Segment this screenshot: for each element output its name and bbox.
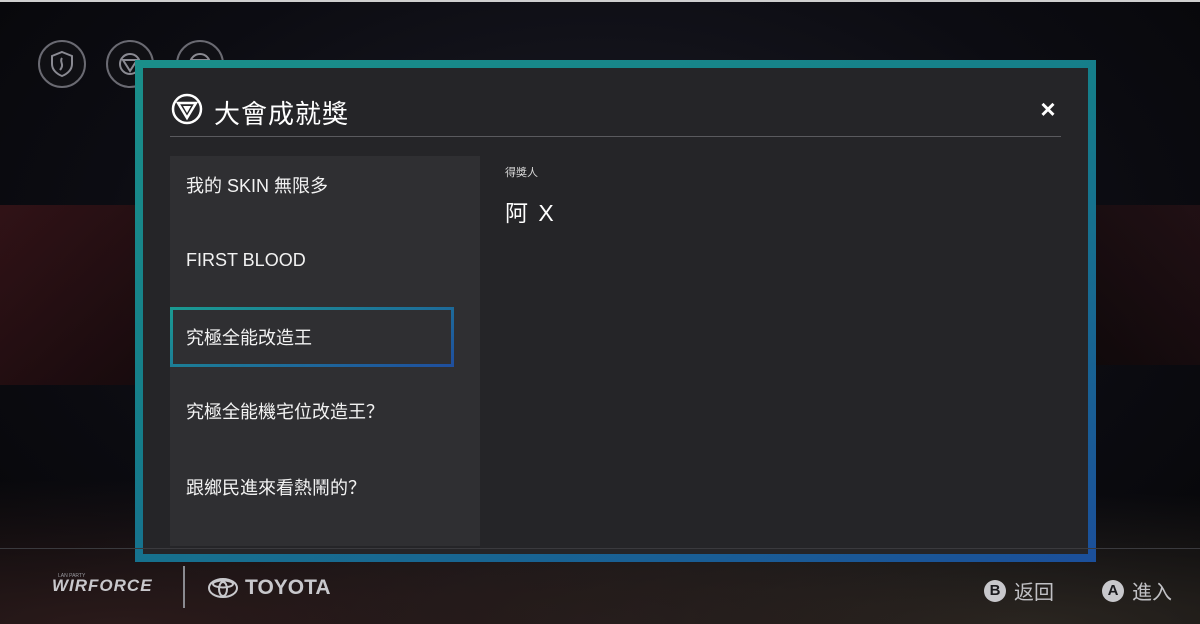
category-item-first-blood[interactable]: FIRST BLOOD <box>170 231 454 289</box>
category-item-ultimate-otaku-mod-king[interactable]: 究極全能機宅位改造王？ <box>170 382 454 440</box>
b-button-icon: B <box>984 579 1006 602</box>
footer-divider <box>0 548 1200 549</box>
wirforce-logo: WIRFORCE <box>52 576 153 595</box>
brand-divider <box>183 566 185 608</box>
a-button-icon: A <box>1102 579 1124 602</box>
winner-name: 阿 X <box>505 200 556 226</box>
toyota-wordmark: TOYOTA <box>245 576 331 599</box>
toyota-emblem-icon <box>208 578 238 598</box>
dialog-title: 大會成就獎 <box>214 99 350 129</box>
back-hint[interactable]: B 返回 <box>984 576 1054 605</box>
award-detail: 得獎人 阿 X <box>505 164 556 228</box>
category-item-ultimate-mod-king[interactable]: 究極全能改造王 <box>170 307 454 367</box>
winner-label: 得獎人 <box>505 167 538 179</box>
dialog-header: 大會成就獎 × <box>170 88 1061 137</box>
toyota-logo: TOYOTA <box>207 576 331 600</box>
category-list: 我的 SKIN 無限多 FIRST BLOOD 究極全能改造王 究極全能機宅位改… <box>170 156 480 546</box>
background-stage-light <box>1090 205 1200 365</box>
close-button[interactable]: × <box>1035 96 1061 122</box>
category-item-spectator[interactable]: 跟鄉民進來看熱鬧的？ <box>170 458 454 516</box>
back-hint-label: 返回 <box>1014 582 1054 604</box>
enter-hint[interactable]: A 進入 <box>1102 576 1172 605</box>
background-stage-light <box>0 205 140 385</box>
triangle-circle-icon <box>171 93 203 125</box>
category-item-skin[interactable]: 我的 SKIN 無限多 <box>170 156 454 214</box>
enter-hint-label: 進入 <box>1132 582 1172 604</box>
shield-icon[interactable] <box>38 40 86 88</box>
dialog-body: 大會成就獎 × 我的 SKIN 無限多 FIRST BLOOD 究極全能改造王 … <box>143 68 1088 554</box>
achievement-dialog: 大會成就獎 × 我的 SKIN 無限多 FIRST BLOOD 究極全能改造王 … <box>135 60 1096 562</box>
top-border <box>0 0 1200 2</box>
